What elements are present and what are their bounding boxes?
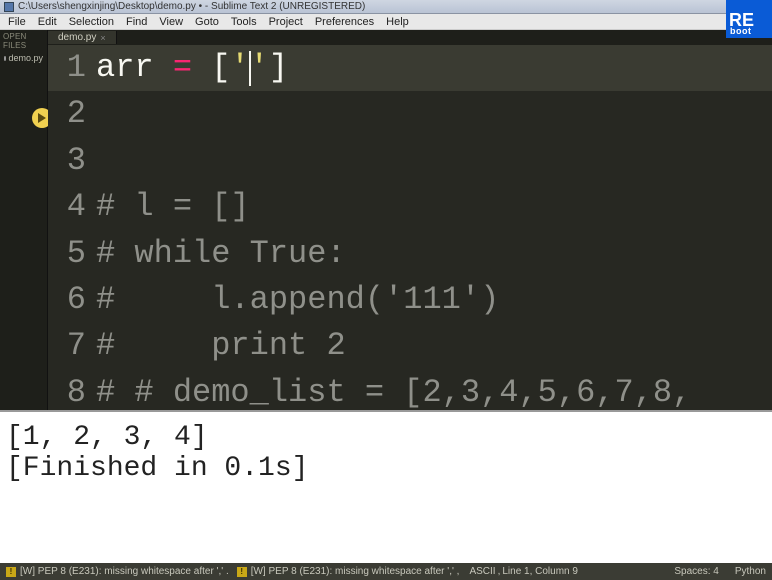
menu-tools[interactable]: Tools [225, 16, 263, 28]
reboot-logo: RE boot [726, 0, 772, 38]
line-number: 6 [48, 277, 96, 323]
code-line[interactable]: 6# l.append('111') [48, 277, 772, 323]
warning-icon: ! [6, 567, 16, 577]
window-titlebar: C:\Users\shengxinjing\Desktop\demo.py • … [0, 0, 772, 14]
editor-area: demo.py × 1arr = ['']234# l = []5# while… [48, 30, 772, 410]
close-icon[interactable]: × [100, 33, 105, 43]
code-line[interactable]: 3 [48, 138, 772, 184]
menu-find[interactable]: Find [120, 16, 153, 28]
menu-view[interactable]: View [153, 16, 189, 28]
line-number: 2 [48, 91, 96, 137]
output-line: [1, 2, 3, 4] [6, 422, 766, 453]
logo-text-small: boot [730, 27, 752, 36]
window-title: C:\Users\shengxinjing\Desktop\demo.py • … [18, 1, 365, 12]
menu-project[interactable]: Project [263, 16, 309, 28]
status-syntax[interactable]: Python [735, 566, 766, 577]
code-line[interactable]: 1arr = [''] [48, 45, 772, 91]
status-bar: ! [W] PEP 8 (E231): missing whitespace a… [0, 563, 772, 580]
code-line[interactable]: 5# while True: [48, 231, 772, 277]
status-indent[interactable]: Spaces: 4 [674, 566, 718, 577]
status-position: Line 1, Column 9 [502, 566, 578, 577]
line-number: 1 [48, 45, 96, 91]
line-number: 4 [48, 184, 96, 230]
line-content[interactable]: # l = [] [96, 184, 772, 230]
line-number: 3 [48, 138, 96, 184]
sidebar-file-entry[interactable]: demo.py [0, 52, 47, 64]
code-line[interactable]: 4# l = [] [48, 184, 772, 230]
code-line[interactable]: 8# # demo_list = [2,3,4,5,6,7,8, [48, 370, 772, 410]
output-line: [Finished in 0.1s] [6, 453, 766, 484]
code-editor[interactable]: 1arr = ['']234# l = []5# while True:6# l… [48, 45, 772, 410]
sidebar: OPEN FILES demo.py [0, 30, 48, 410]
menu-help[interactable]: Help [380, 16, 415, 28]
line-content[interactable]: # l.append('111') [96, 277, 772, 323]
sidebar-file-name: demo.py [8, 53, 43, 63]
code-line[interactable]: 7# print 2 [48, 323, 772, 369]
line-content[interactable] [96, 138, 772, 184]
status-right: Spaces: 4 Python [674, 566, 766, 577]
menu-file[interactable]: File [2, 16, 32, 28]
line-content[interactable]: arr = [''] [96, 45, 772, 91]
app-icon [4, 2, 14, 12]
file-dirty-dot-icon [4, 56, 6, 61]
build-output: [1, 2, 3, 4][Finished in 0.1s] [0, 410, 772, 546]
line-content[interactable]: # while True: [96, 231, 772, 277]
code-line[interactable]: 2 [48, 91, 772, 137]
line-number: 5 [48, 231, 96, 277]
menu-preferences[interactable]: Preferences [309, 16, 380, 28]
menu-goto[interactable]: Goto [189, 16, 225, 28]
line-content[interactable]: # # demo_list = [2,3,4,5,6,7,8, [96, 370, 772, 410]
line-number: 8 [48, 370, 96, 410]
sidebar-section-label: OPEN FILES [0, 30, 47, 52]
menu-selection[interactable]: Selection [63, 16, 120, 28]
line-content[interactable]: # print 2 [96, 323, 772, 369]
line-number: 7 [48, 323, 96, 369]
status-encoding: ASCII [469, 566, 495, 577]
status-left: ! [W] PEP 8 (E231): missing whitespace a… [6, 566, 578, 577]
lint-message-2: [W] PEP 8 (E231): missing whitespace aft… [251, 566, 460, 577]
lint-message-1: [W] PEP 8 (E231): missing whitespace aft… [20, 566, 229, 577]
menu-edit[interactable]: Edit [32, 16, 63, 28]
workspace: OPEN FILES demo.py demo.py × 1arr = ['']… [0, 30, 772, 410]
tab-active[interactable]: demo.py × [48, 31, 117, 44]
tab-bar: demo.py × [48, 30, 772, 45]
line-content[interactable] [96, 91, 772, 137]
menu-bar: FileEditSelectionFindViewGotoToolsProjec… [0, 14, 772, 30]
warning-icon: ! [237, 567, 247, 577]
tab-label: demo.py [58, 32, 96, 43]
